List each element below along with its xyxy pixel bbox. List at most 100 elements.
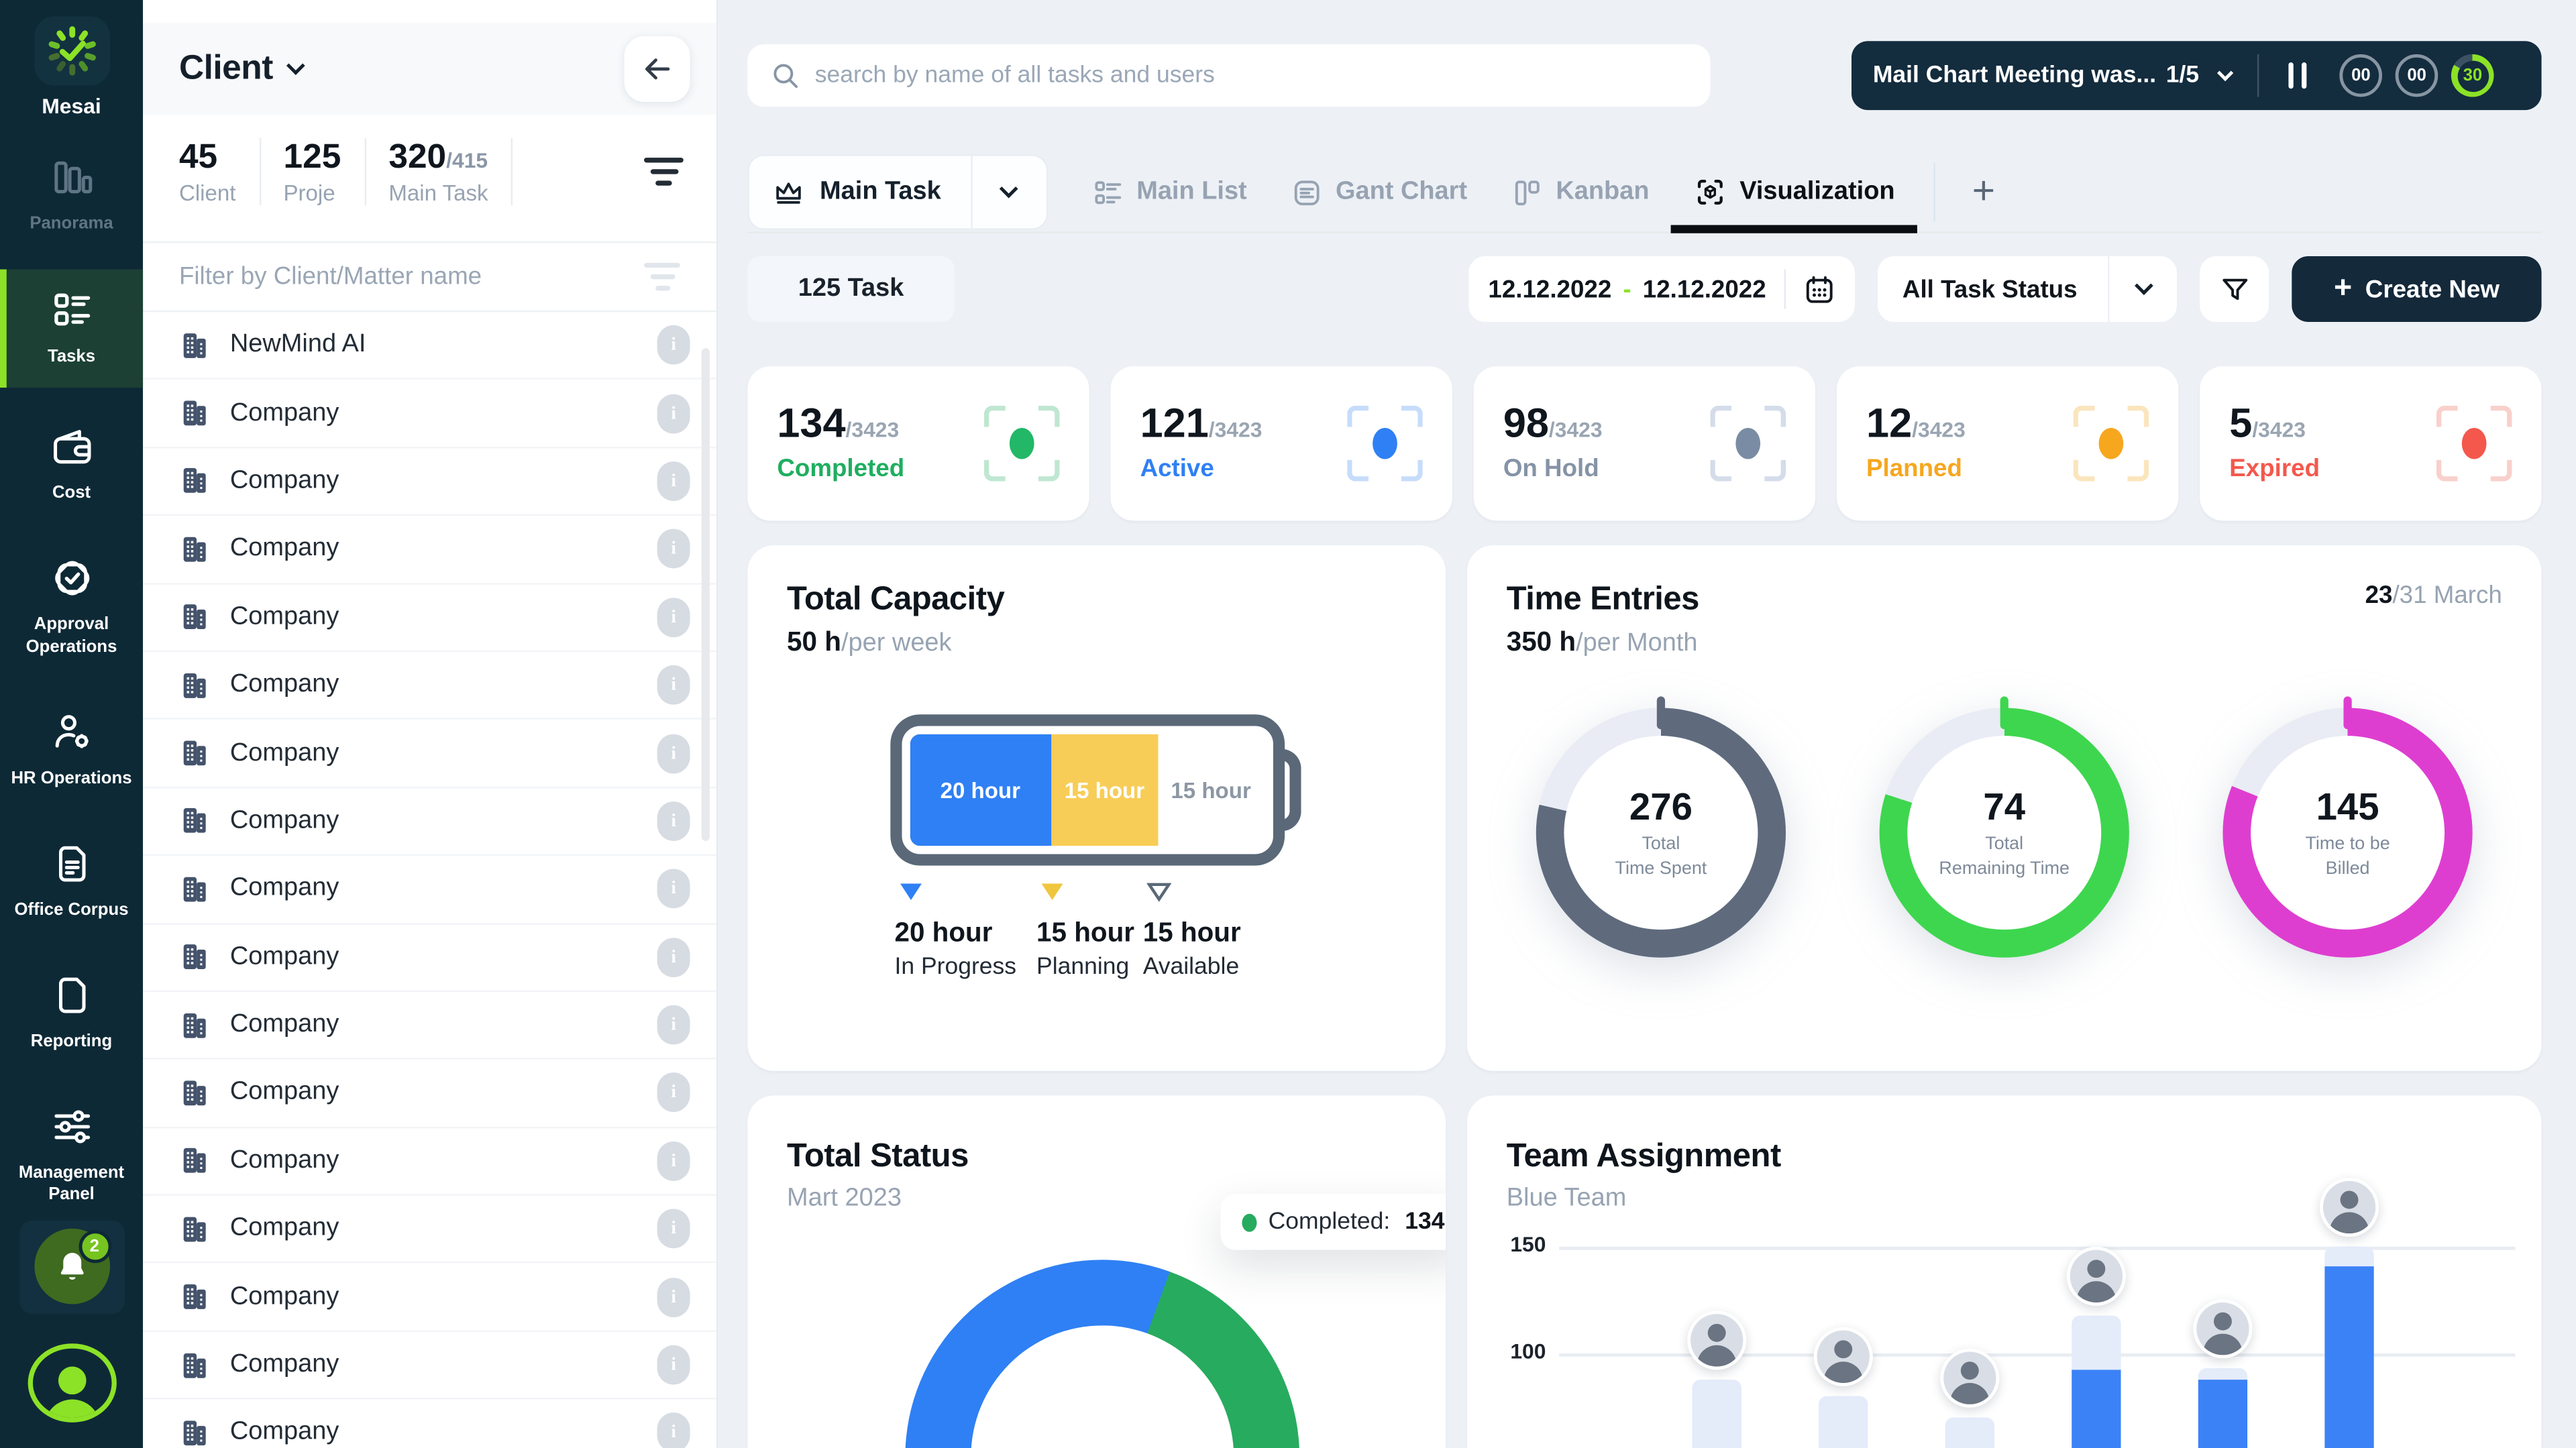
member-avatar[interactable]	[1940, 1349, 1999, 1408]
info-icon[interactable]: i	[657, 1277, 690, 1317]
company-list-item[interactable]: Company i	[143, 448, 716, 516]
assignment-bar[interactable]	[2198, 1368, 2247, 1448]
company-list-item[interactable]: Company i	[143, 720, 716, 787]
scrollbar[interactable]	[702, 348, 710, 841]
info-icon[interactable]: i	[657, 869, 690, 909]
sidebar-item-label: Cost	[52, 484, 91, 505]
member-avatar[interactable]	[1814, 1327, 1873, 1386]
funnel-icon	[2218, 274, 2250, 305]
status-card-completed[interactable]: 134/3423 Completed	[747, 366, 1089, 520]
tab-kanban[interactable]: Kanban	[1511, 153, 1649, 232]
main-task-dropdown[interactable]: Main Task	[747, 154, 1048, 230]
chevron-down-icon[interactable]	[286, 56, 305, 75]
sidebar-item-reporting[interactable]: Reporting	[0, 959, 143, 1068]
info-icon[interactable]: i	[657, 598, 690, 637]
company-list-item[interactable]: Company i	[143, 788, 716, 856]
status-card-planned[interactable]: 12/3423 Planned	[1837, 366, 2178, 520]
assignment-bar[interactable]	[1945, 1417, 1994, 1448]
kanban-icon	[1511, 176, 1543, 208]
company-name: Company	[230, 942, 339, 972]
time-ring: 145Time to beBilled	[2222, 708, 2472, 958]
sidebar-item-approval-operations[interactable]: Approval Operations	[0, 543, 143, 673]
status-card-active[interactable]: 121/3423 Active	[1111, 366, 1452, 520]
add-tab-button[interactable]: +	[1972, 172, 1995, 212]
info-icon[interactable]: i	[657, 1209, 690, 1249]
sidebar-item-tasks[interactable]: Tasks	[0, 270, 143, 388]
collapse-panel-button[interactable]	[625, 36, 690, 102]
info-icon[interactable]: i	[657, 1345, 690, 1385]
notifications-button[interactable]: 2	[19, 1221, 124, 1313]
info-icon[interactable]: i	[657, 665, 690, 705]
info-icon[interactable]: i	[657, 325, 690, 365]
avatar-person-icon	[58, 1366, 86, 1394]
search-input[interactable]	[815, 62, 1687, 89]
info-icon[interactable]: i	[657, 1141, 690, 1181]
info-icon[interactable]: i	[657, 1413, 690, 1448]
date-range-picker[interactable]: 12.12.2022 - 12.12.2022	[1468, 256, 1855, 322]
info-icon[interactable]: i	[657, 529, 690, 569]
task-status-select[interactable]: All Task Status	[1878, 256, 2177, 322]
tab-visualization[interactable]: Visualization	[1694, 153, 1895, 232]
gant-chart-icon	[1291, 176, 1323, 208]
building-icon	[179, 1349, 211, 1381]
company-list-item[interactable]: Company i	[143, 1332, 716, 1400]
sidebar-item-panorama[interactable]: Panorama	[0, 142, 143, 250]
assignment-bar[interactable]	[2072, 1315, 2121, 1448]
tab-main-list[interactable]: Main List	[1092, 153, 1247, 232]
info-icon[interactable]: i	[657, 1073, 690, 1113]
company-list-item[interactable]: Company i	[143, 992, 716, 1060]
card-title: Total Status	[787, 1138, 1406, 1176]
create-new-button[interactable]: + Create New	[2292, 256, 2541, 322]
client-dropdown[interactable]: Client	[179, 49, 273, 89]
status-card-on-hold[interactable]: 98/3423 On Hold	[1474, 366, 1815, 520]
card-title: Time Entries	[1507, 581, 1699, 619]
company-list-item[interactable]: NewMind AI i	[143, 312, 716, 380]
sidebar-item-cost[interactable]: Cost	[0, 411, 143, 520]
company-list-item[interactable]: Company i	[143, 856, 716, 924]
company-list-item[interactable]: Company i	[143, 1400, 716, 1448]
visualization-icon	[1694, 176, 1727, 209]
pause-button[interactable]	[2288, 62, 2306, 89]
client-panel: Client 45Client125Proje320/415Main Task …	[143, 0, 718, 1448]
client-filter-input[interactable]	[179, 263, 634, 291]
client-stat: 45Client	[179, 138, 260, 205]
member-avatar[interactable]	[1687, 1310, 1746, 1369]
user-avatar[interactable]	[27, 1343, 115, 1422]
tab-gant-chart[interactable]: Gant Chart	[1291, 153, 1467, 232]
member-avatar[interactable]	[2067, 1246, 2126, 1305]
company-list-item[interactable]: Company i	[143, 1196, 716, 1264]
info-icon[interactable]: i	[657, 801, 690, 841]
company-list-item[interactable]: Company i	[143, 516, 716, 583]
chevron-down-icon[interactable]	[2216, 65, 2233, 81]
company-list-item[interactable]: Company i	[143, 380, 716, 448]
sidebar-item-office-corpus[interactable]: Office Corpus	[0, 828, 143, 936]
company-list-item[interactable]: Company i	[143, 584, 716, 652]
capacity-legend-item: 15 hourAvailable	[1143, 918, 1324, 981]
company-list-item[interactable]: Company i	[143, 1264, 716, 1331]
member-avatar[interactable]	[2320, 1178, 2379, 1237]
assignment-bar[interactable]	[1692, 1379, 1741, 1448]
assignment-bar[interactable]	[1819, 1396, 1868, 1448]
status-card-expired[interactable]: 5/3423 Expired	[2200, 366, 2541, 520]
company-list-item[interactable]: Company i	[143, 652, 716, 720]
dropdown-chevron[interactable]	[971, 156, 1046, 229]
assignment-bar[interactable]	[2324, 1247, 2373, 1448]
company-list-item[interactable]: Company i	[143, 1128, 716, 1196]
brand-logo[interactable]: Mesai	[34, 16, 109, 118]
info-icon[interactable]: i	[657, 938, 690, 977]
info-icon[interactable]: i	[657, 394, 690, 433]
company-list-item[interactable]: Company i	[143, 924, 716, 992]
mesai-logo-icon	[34, 16, 109, 85]
info-icon[interactable]: i	[657, 461, 690, 501]
company-name: Company	[230, 398, 339, 428]
sort-filter-button[interactable]	[634, 151, 693, 193]
info-icon[interactable]: i	[657, 734, 690, 773]
member-avatar[interactable]	[2193, 1299, 2252, 1358]
building-icon	[179, 329, 211, 361]
sidebar-item-management-panel[interactable]: Management Panel	[0, 1091, 143, 1221]
sidebar-item-hr-operations[interactable]: HR Operations	[0, 695, 143, 804]
meeting-timer-widget[interactable]: Mail Chart Meeting was... 1/5 00 00 30	[1851, 41, 2542, 110]
company-list-item[interactable]: Company i	[143, 1060, 716, 1127]
info-icon[interactable]: i	[657, 1005, 690, 1045]
filter-funnel-button[interactable]	[2200, 256, 2269, 322]
